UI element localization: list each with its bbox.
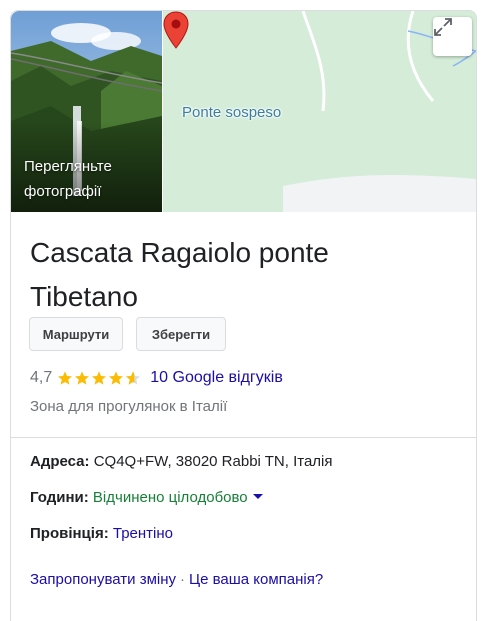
star-icon <box>109 371 124 385</box>
link-separator: · <box>180 571 185 588</box>
media-header: Перегляньте фотографії Ponte sospeso <box>11 11 476 212</box>
divider <box>11 437 476 438</box>
photos-caption: Перегляньте фотографії <box>24 154 154 204</box>
province-link[interactable]: Трентіно <box>113 525 173 542</box>
place-title-line1: Cascata Ragaiolo ponte <box>30 237 329 268</box>
own-business-link[interactable]: Це ваша компанія? <box>189 571 323 588</box>
map-place-label[interactable]: Ponte sospeso <box>182 104 281 121</box>
rating-value: 4,7 <box>30 369 53 386</box>
star-icon <box>75 371 90 385</box>
address-row: Адреса: CQ4Q+FW, 38020 Rabbi TN, Італія <box>30 453 333 470</box>
rating-stars <box>57 370 142 386</box>
suggest-edit-link[interactable]: Запропонувати зміну <box>30 571 176 588</box>
rating-row: 4,7 10 Google відгуків <box>30 367 283 389</box>
address-label: Адреса: <box>30 453 90 470</box>
photos-caption-line1: Перегляньте <box>24 158 112 175</box>
chevron-down-icon[interactable] <box>252 493 263 499</box>
address-value: CQ4Q+FW, 38020 Rabbi TN, Італія <box>93 453 333 470</box>
place-title: Cascata Ragaiolo ponte Tibetano <box>30 231 460 319</box>
province-row: Провінція: Трентіно <box>30 525 173 542</box>
hours-value[interactable]: Відчинено цілодобово <box>93 489 248 506</box>
map-preview[interactable]: Ponte sospeso <box>163 11 476 212</box>
place-title-line2: Tibetano <box>30 281 138 312</box>
place-category: Зона для прогулянок в Італії <box>30 398 228 415</box>
photos-thumbnail[interactable]: Перегляньте фотографії <box>11 11 162 212</box>
map-pin-icon[interactable] <box>163 11 189 49</box>
star-icon <box>92 371 107 385</box>
star-icon <box>58 371 73 385</box>
hours-row: Години: Відчинено цілодобово <box>30 489 263 506</box>
footer-links: Запропонувати зміну · Це ваша компанія? <box>30 571 323 588</box>
photos-caption-line2: фотографії <box>24 183 102 200</box>
half-star-icon <box>126 371 141 385</box>
hours-label: Години: <box>30 489 89 506</box>
save-button[interactable]: Зберегти <box>136 317 226 351</box>
expand-icon <box>434 18 452 36</box>
province-label: Провінція: <box>30 525 109 542</box>
reviews-link[interactable]: 10 Google відгуків <box>150 369 283 387</box>
knowledge-panel: Перегляньте фотографії Ponte sospeso Cas… <box>10 10 477 621</box>
routes-button[interactable]: Маршрути <box>29 317 123 351</box>
expand-map-button[interactable] <box>433 17 472 56</box>
